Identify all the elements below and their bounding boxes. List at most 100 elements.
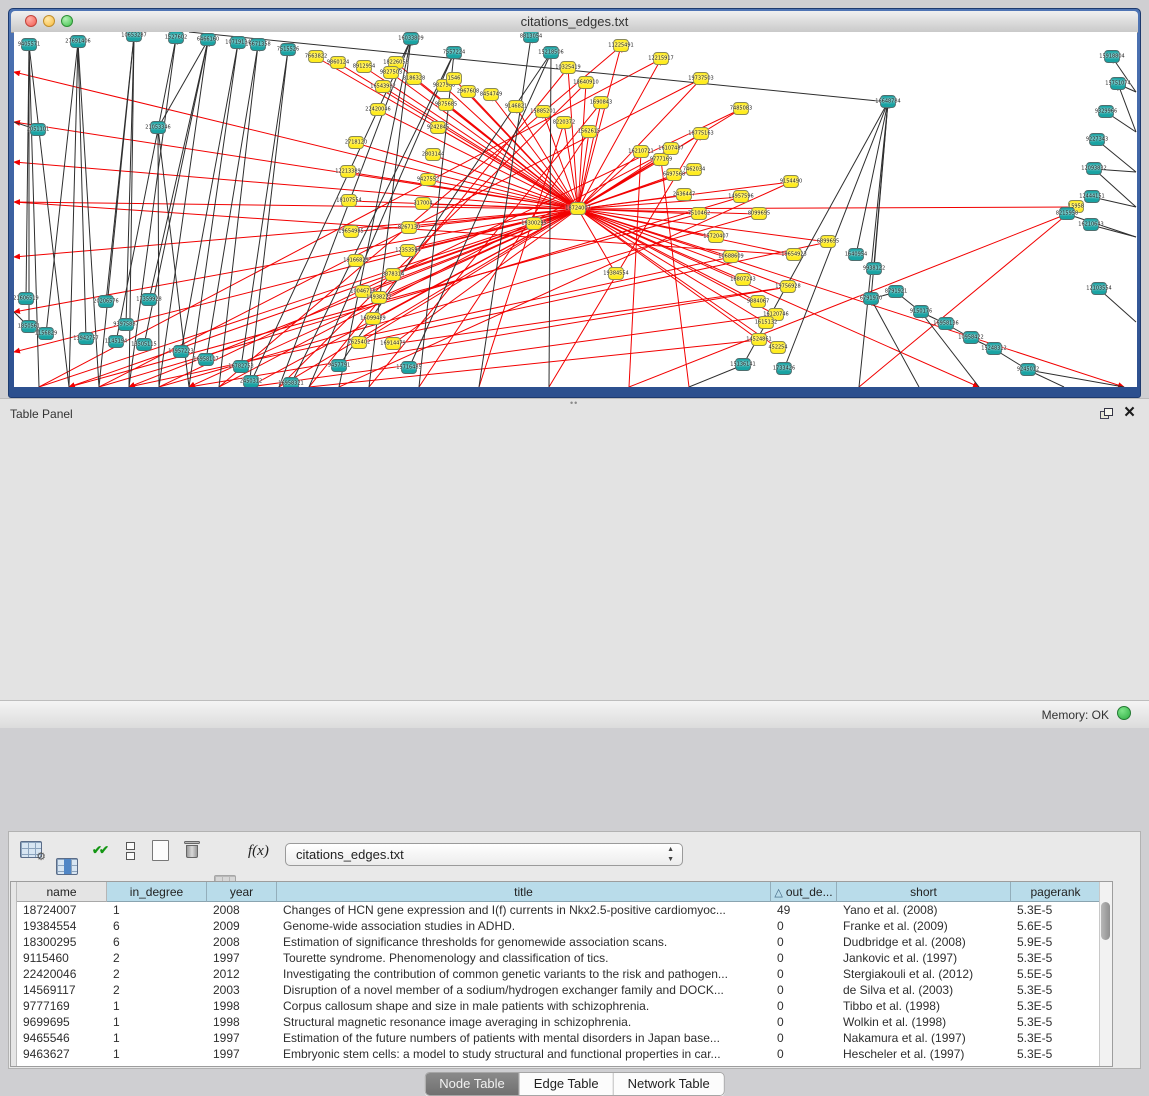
graph-node[interactable]: 8220372 <box>556 116 572 129</box>
tab-edge-table[interactable]: Edge Table <box>520 1073 614 1095</box>
table-settings-icon[interactable]: ⚙ <box>20 841 42 858</box>
graph-node[interactable]: 16107487 <box>663 142 679 155</box>
graph-node[interactable]: 452254 <box>770 341 786 354</box>
network-canvas[interactable]: 1872400718300295986012489129541822605898… <box>14 32 1137 387</box>
graph-node[interactable]: 2803144 <box>425 148 441 161</box>
graph-node[interactable]: 19654985 <box>343 225 359 238</box>
create-table-icon[interactable] <box>152 840 169 861</box>
graph-edge[interactable] <box>309 340 759 387</box>
graph-node[interactable]: 7663822 <box>308 50 324 63</box>
column-header-title[interactable]: title <box>277 882 771 902</box>
graph-node[interactable]: 14938222 <box>371 291 387 304</box>
graph-node[interactable]: 8099695 <box>751 207 767 220</box>
graph-node[interactable]: 9827503 <box>383 66 399 79</box>
graph-edge[interactable] <box>189 287 788 387</box>
graph-node[interactable]: 17957223 <box>173 345 189 358</box>
graph-edge[interactable] <box>578 152 641 209</box>
graph-node[interactable]: 16648784 <box>880 95 896 108</box>
graph-node[interactable]: 16210721 <box>633 145 649 158</box>
graph-node[interactable]: 1562615 <box>581 125 597 138</box>
table-row[interactable]: 1938455462009Genome-wide association stu… <box>17 918 1101 934</box>
graph-edge[interactable] <box>106 36 134 302</box>
graph-node[interactable]: 6466160 <box>200 33 216 46</box>
graph-node[interactable]: 6497568 <box>666 168 682 181</box>
graph-node[interactable]: 22420046 <box>370 103 386 116</box>
column-header-pagerank[interactable]: pagerank <box>1011 882 1101 902</box>
graph-node[interactable]: 17359928 <box>141 293 157 306</box>
graph-node[interactable]: 8215958 <box>1059 207 1075 220</box>
graph-node[interactable]: 1640954 <box>848 248 864 261</box>
graph-node[interactable]: 8791921 <box>888 285 904 298</box>
graph-node[interactable]: 2967608 <box>460 85 476 98</box>
graph-node[interactable]: 15218506 <box>543 46 559 59</box>
graph-edge[interactable] <box>578 207 1076 209</box>
splitter-grip[interactable]: •• <box>570 401 582 406</box>
graph-node[interactable]: 10653287 <box>126 32 142 42</box>
graph-edge[interactable] <box>39 170 694 387</box>
graph-node[interactable]: 12444151 <box>1084 190 1100 203</box>
graph-edge[interactable] <box>241 50 288 367</box>
graph-node[interactable]: 14524861 <box>751 333 767 346</box>
table-row[interactable]: 977716911998Corpus callosum shape and si… <box>17 998 1101 1014</box>
graph-node[interactable]: 18807243 <box>735 273 751 286</box>
graph-node[interactable]: 18724007 <box>570 202 586 215</box>
graph-node[interactable]: 15716485 <box>401 361 417 374</box>
graph-node[interactable]: 13942757 <box>78 332 94 345</box>
graph-edge[interactable] <box>129 36 134 387</box>
graph-node[interactable]: 9427552 <box>420 173 436 186</box>
graph-node[interactable]: 6791970 <box>863 292 879 305</box>
graph-node[interactable]: 9329966 <box>1098 105 1114 118</box>
graph-node[interactable]: 12353594 <box>400 244 416 257</box>
graph-node[interactable]: 1527602 <box>168 32 184 44</box>
graph-node[interactable]: 16671358 <box>250 38 266 51</box>
graph-node[interactable]: 15918804 <box>1104 50 1120 63</box>
table-row[interactable]: 911546021997Tourette syndrome. Phenomeno… <box>17 950 1101 966</box>
graph-node[interactable]: 8186328 <box>406 72 422 85</box>
graph-edge[interactable] <box>78 42 86 339</box>
graph-node[interactable]: 12215917 <box>653 52 669 65</box>
column-header-short[interactable]: short <box>837 882 1011 902</box>
graph-node[interactable]: 9245012 <box>1020 363 1036 376</box>
graph-node[interactable]: 16958136 <box>938 317 954 330</box>
table-scrollbar[interactable] <box>1099 882 1112 1066</box>
graph-node[interactable]: 9884067 <box>750 295 766 308</box>
graph-node[interactable]: 15885201 <box>535 105 551 118</box>
graph-edge[interactable] <box>181 43 238 352</box>
table-row[interactable]: 946554611997Estimation of the future num… <box>17 1030 1101 1046</box>
graph-node[interactable]: 2718120 <box>348 136 364 149</box>
graph-node[interactable]: 7510462 <box>691 207 707 220</box>
table-row[interactable]: 946362711997Embryonic stem cells: a mode… <box>17 1046 1101 1062</box>
graph-node[interactable]: 2051101 <box>30 123 46 136</box>
float-panel-icon[interactable] <box>1100 408 1113 419</box>
graph-node[interactable]: 21053346 <box>150 121 166 134</box>
graph-node[interactable]: 1145194 <box>108 335 124 348</box>
graph-node[interactable]: 19384554 <box>608 267 624 280</box>
graph-node[interactable]: 9875685 <box>438 98 454 111</box>
graph-node[interactable]: 8267130 <box>401 221 417 234</box>
graph-node[interactable]: 9146821 <box>508 100 524 113</box>
memory-indicator[interactable] <box>1117 706 1131 720</box>
graph-node[interactable]: 10325419 <box>560 61 576 74</box>
tab-node-table[interactable]: Node Table <box>425 1073 520 1095</box>
graph-node[interactable]: 21606519 <box>18 292 34 305</box>
table-row[interactable]: 969969511998Structural magnetic resonanc… <box>17 1014 1101 1030</box>
graph-node[interactable]: 7515526 <box>280 43 296 56</box>
graph-node[interactable]: 15720407 <box>708 230 724 243</box>
graph-node[interactable]: 8878314 <box>385 268 401 281</box>
column-header-year[interactable]: year <box>207 882 277 902</box>
table-row[interactable]: 1872400712008Changes of HCN gene express… <box>17 902 1101 918</box>
form-view-icon[interactable] <box>126 842 135 860</box>
graph-edge[interactable] <box>158 40 208 128</box>
graph-node[interactable]: 16099489 <box>365 312 381 325</box>
close-panel-icon[interactable]: × <box>1124 400 1135 426</box>
graph-node[interactable]: 10688609 <box>723 250 739 263</box>
graph-node[interactable]: 10719134 <box>230 36 246 49</box>
graph-node[interactable]: 9938122 <box>866 262 882 275</box>
graph-node[interactable]: 9242845 <box>430 121 446 134</box>
graph-node[interactable]: 14957596 <box>733 190 749 203</box>
graph-node[interactable]: 7557224 <box>446 46 462 59</box>
graph-node[interactable]: 10958422 <box>963 331 979 344</box>
graph-node[interactable]: 16543982 <box>375 80 391 93</box>
graph-node[interactable]: 9150176 <box>913 305 929 318</box>
graph-node[interactable]: 18640910 <box>578 76 594 89</box>
